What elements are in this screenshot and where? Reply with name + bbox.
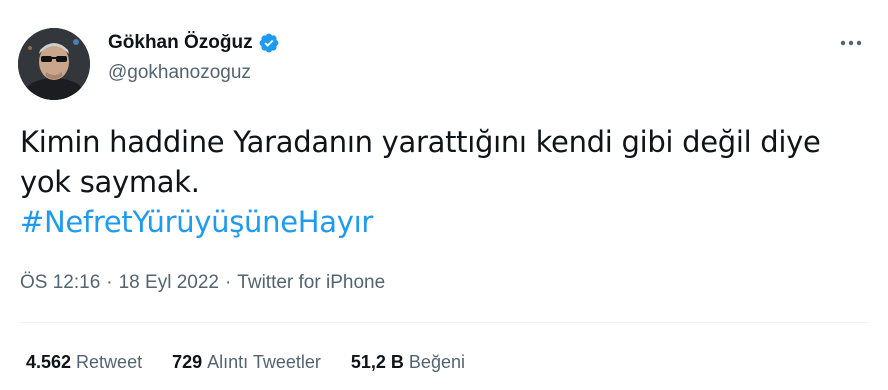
display-name[interactable]: Gökhan Özoğuz [108, 32, 253, 54]
like-count: 51,2 B [350, 352, 404, 372]
quote-label: Alıntı Tweetler [207, 352, 321, 372]
retweet-count: 4.562 [26, 352, 72, 372]
quote-tweets-stat[interactable]: 729 Alıntı Tweetler [172, 352, 321, 373]
tweet-card: Gökhan Özoğuz @gokhanozoguz Kimin haddin… [0, 0, 888, 390]
engagement-stats: 4.562 Retweet 729 Alıntı Tweetler 51,2 B… [26, 352, 495, 373]
meta-separator: · [106, 272, 113, 293]
tweet-date[interactable]: 18 Eyl 2022 [119, 272, 219, 294]
tweet-text-line-1: Kimin haddine Yaradanın yarattığını kend… [20, 125, 821, 159]
likes-stat[interactable]: 51,2 B Beğeni [351, 352, 465, 373]
avatar-image [18, 28, 90, 100]
more-dots-icon [840, 40, 862, 46]
user-handle[interactable]: @gokhanozoguz [108, 62, 251, 84]
retweet-label: Retweet [76, 352, 143, 372]
tweet-text: Kimin haddine Yaradanın yarattığını kend… [20, 122, 870, 242]
tweet-text-line-2: yok saymak. [20, 165, 200, 199]
hashtag-link[interactable]: #NefretYürüyüşüneHayır [20, 202, 870, 242]
verified-badge-icon [258, 32, 280, 54]
tweet-time[interactable]: ÖS 12:16 [20, 272, 100, 294]
name-row: Gökhan Özoğuz [108, 30, 280, 56]
tweet-source[interactable]: Twitter for iPhone [237, 272, 385, 294]
divider [20, 322, 868, 323]
retweets-stat[interactable]: 4.562 Retweet [26, 352, 142, 373]
avatar[interactable] [18, 28, 90, 100]
meta-separator: · [224, 272, 232, 293]
more-options-button[interactable] [836, 30, 866, 56]
like-label: Beğeni [408, 352, 465, 372]
tweet-meta: ÖS 12:16 · 18 Eyl 2022 · Twitter for iPh… [20, 272, 385, 294]
quote-count: 729 [172, 352, 203, 372]
